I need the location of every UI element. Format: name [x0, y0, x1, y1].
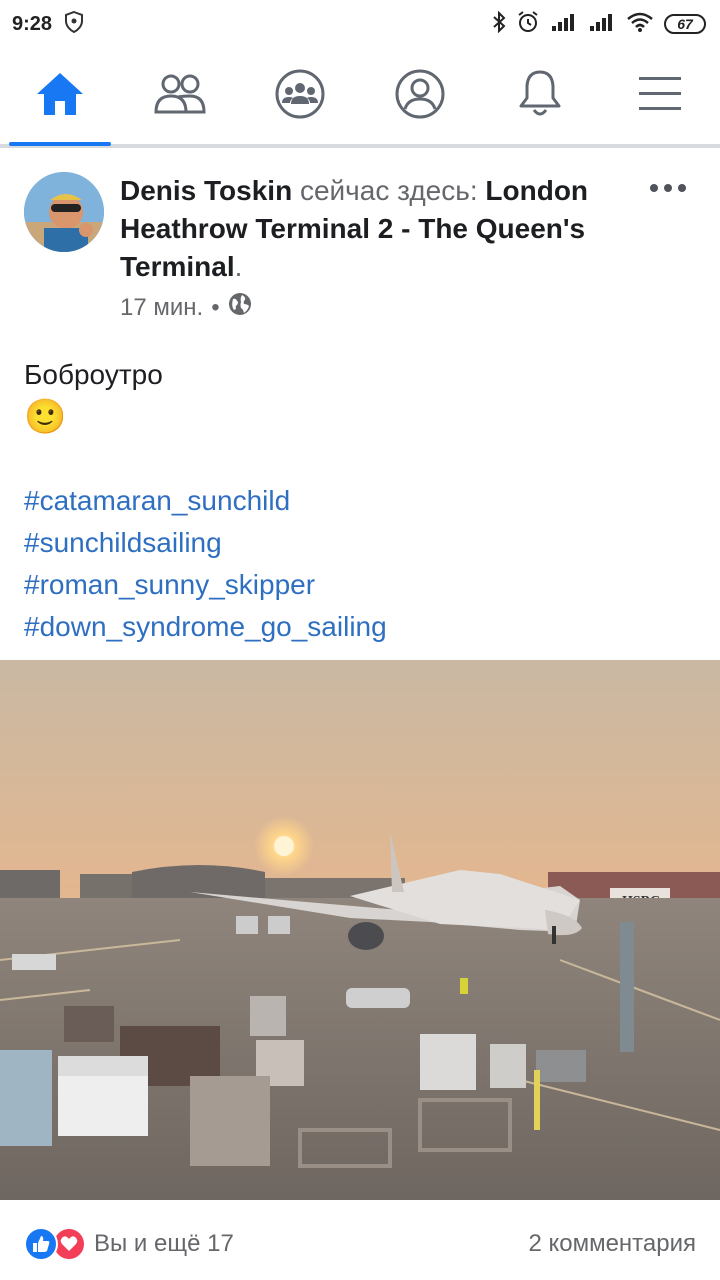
post-body: Боброутро 🙂 #catamaran_sunchild #sunchil…	[24, 354, 694, 648]
wifi-icon	[626, 11, 654, 38]
post-photo[interactable]: HSBC	[0, 660, 720, 1200]
tab-friends[interactable]	[125, 48, 235, 144]
hashtag-link[interactable]: #roman_sunny_skipper	[24, 564, 694, 606]
comments-count[interactable]: 2 комментария	[528, 1230, 696, 1258]
alarm-icon	[516, 10, 540, 39]
hashtag-link[interactable]: #sunchildsailing	[24, 522, 694, 564]
post-options-button[interactable]	[650, 180, 686, 196]
smile-emoji: 🙂	[24, 398, 67, 436]
signal-icon	[588, 12, 616, 37]
meta-separator: •	[211, 293, 220, 321]
reactions-summary[interactable]: Вы и ещё 17	[24, 1227, 234, 1261]
hamburger-menu-icon	[637, 74, 683, 119]
groups-icon	[274, 68, 326, 125]
reactions-bar: Вы и ещё 17 2 комментария	[0, 1214, 720, 1274]
status-bar: 9:28 67	[0, 0, 720, 48]
hashtag-link[interactable]: #catamaran_sunchild	[24, 480, 694, 522]
sentence-period: .	[234, 251, 243, 282]
tab-menu[interactable]	[605, 48, 715, 144]
tab-groups[interactable]	[245, 48, 355, 144]
author-name[interactable]: Denis Toskin	[120, 175, 292, 206]
profile-icon	[394, 68, 446, 125]
globe-icon	[228, 292, 252, 323]
post-header: Denis Toskin сейчас здесь: London Heathr…	[0, 158, 720, 338]
bell-icon	[517, 68, 563, 125]
battery-indicator: 67	[664, 14, 706, 34]
post-time[interactable]: 17 мин.	[120, 294, 203, 322]
tab-notifications[interactable]	[485, 48, 595, 144]
bluetooth-icon	[492, 10, 506, 38]
check-in-action: сейчас здесь:	[299, 175, 478, 206]
like-icon	[24, 1227, 58, 1261]
avatar[interactable]	[24, 172, 104, 252]
more-dots-icon	[650, 184, 658, 192]
tab-home[interactable]	[5, 48, 115, 146]
hashtag-link[interactable]: #down_syndrome_go_sailing	[24, 606, 694, 648]
tab-profile[interactable]	[365, 48, 475, 144]
home-icon	[34, 70, 86, 123]
post-text: Боброутро	[24, 359, 163, 390]
shield-icon	[64, 10, 84, 38]
hashtag-list: #catamaran_sunchild #sunchildsailing #ro…	[24, 480, 694, 648]
status-time: 9:28	[12, 12, 53, 35]
signal-icon	[550, 12, 578, 37]
post-meta: 17 мин. •	[120, 292, 252, 323]
post-author-line: Denis Toskin сейчас здесь: London Heathr…	[120, 172, 590, 286]
friends-icon	[153, 72, 207, 121]
reactions-count: Вы и ещё 17	[94, 1230, 234, 1257]
main-navbar	[0, 48, 720, 148]
